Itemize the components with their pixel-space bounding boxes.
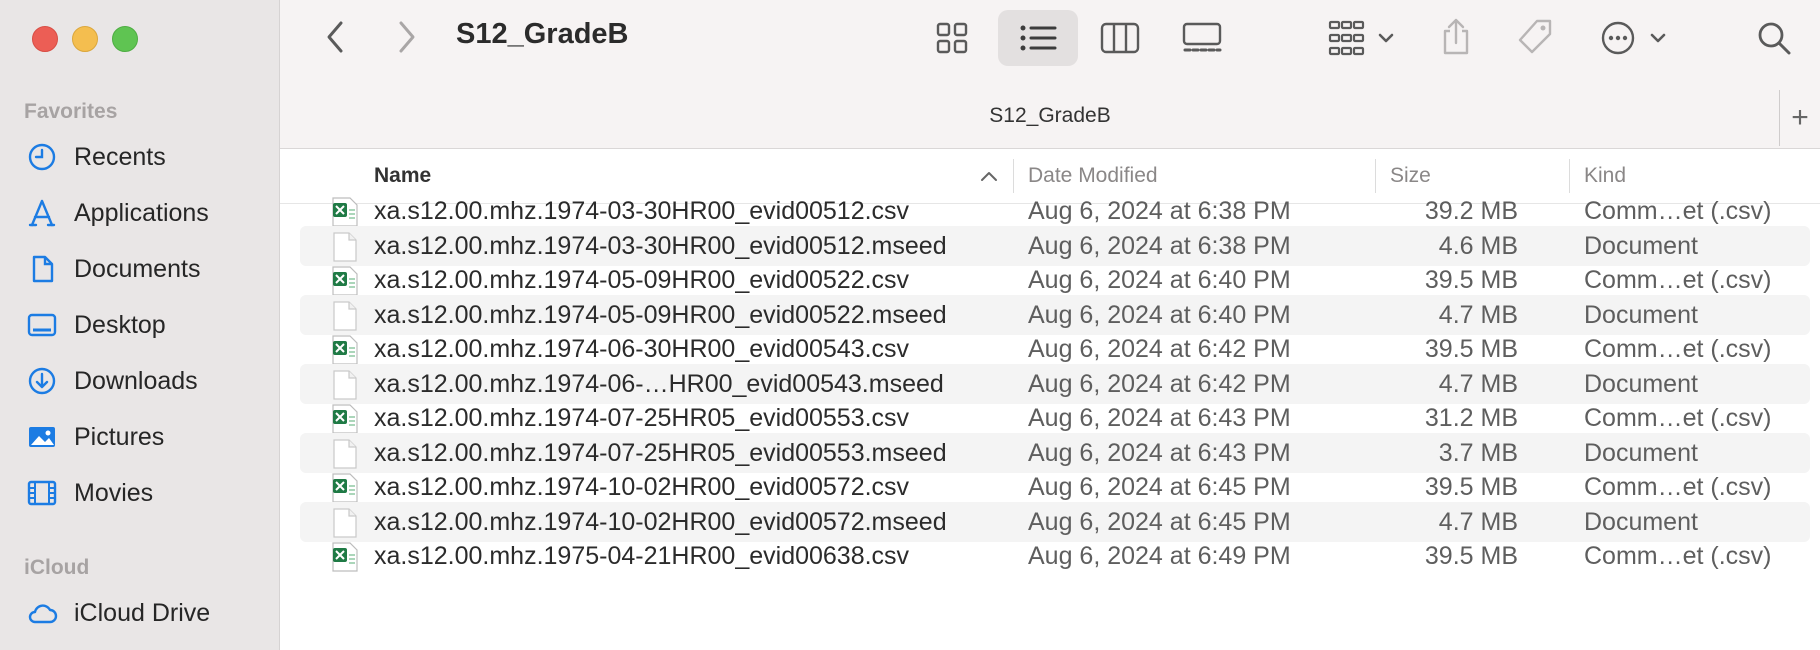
window-title: S12_GradeB — [456, 18, 629, 50]
file-name: xa.s12.00.mhz.1975-04-21HR00_evid00638.c… — [374, 542, 910, 570]
icloud-heading: iCloud — [24, 556, 90, 579]
sidebar-item-label: Movies — [74, 478, 154, 507]
zoom-window-button[interactable] — [112, 26, 138, 52]
sidebar-item-label: Recents — [74, 142, 166, 171]
spreadsheet-file-icon — [332, 542, 358, 572]
desktop-icon — [27, 313, 57, 337]
sidebar-item-label: Documents — [74, 254, 201, 283]
generic-document-icon — [332, 300, 358, 331]
back-button[interactable] — [320, 16, 350, 58]
more-icon — [1601, 21, 1666, 55]
tag-button[interactable] — [1512, 14, 1558, 60]
column-divider[interactable] — [1375, 159, 1376, 193]
sidebar-item-icloud-drive[interactable]: iCloud Drive — [26, 591, 210, 635]
sidebar-item-recents[interactable]: Recents — [26, 135, 166, 179]
group-icon — [1328, 20, 1394, 56]
sidebar-item-label: Applications — [74, 198, 209, 227]
cloud-icon — [28, 604, 58, 624]
list-view-icon — [1020, 25, 1057, 51]
column-divider[interactable] — [1013, 159, 1014, 193]
forward-button[interactable] — [392, 16, 422, 58]
column-view-icon — [1100, 22, 1140, 54]
column-view-button[interactable] — [1098, 18, 1142, 58]
group-button[interactable] — [1324, 16, 1404, 60]
gallery-view-button[interactable] — [1180, 18, 1224, 58]
applications-icon — [28, 199, 56, 227]
search-button[interactable] — [1752, 16, 1796, 60]
favorites-heading: Favorites — [24, 100, 118, 123]
close-window-button[interactable] — [32, 26, 58, 52]
sidebar-item-label: Downloads — [74, 366, 198, 395]
icon-view-icon — [936, 22, 968, 54]
forward-icon — [399, 21, 415, 53]
share-icon — [1443, 18, 1469, 55]
sidebar-item-label: iCloud Drive — [74, 598, 211, 627]
spreadsheet-file-icon — [332, 404, 358, 434]
tag-icon — [1518, 19, 1552, 54]
more-button[interactable] — [1596, 16, 1676, 60]
document-icon — [32, 255, 54, 283]
gallery-view-icon — [1182, 22, 1222, 52]
sidebar-item-desktop[interactable]: Desktop — [26, 303, 166, 347]
sidebar: Favorites Recents Applications Documents… — [0, 0, 280, 650]
generic-document-icon — [332, 231, 358, 262]
film-icon — [27, 480, 57, 506]
sort-ascending-indicator[interactable] — [978, 166, 1000, 186]
file-size: 39.5 MB — [1424, 542, 1518, 570]
chevron-up-icon — [981, 172, 997, 181]
icon-view-button[interactable] — [932, 18, 972, 58]
search-icon — [1758, 22, 1791, 55]
generic-document-icon — [332, 507, 358, 538]
column-divider[interactable] — [1569, 159, 1570, 193]
sidebar-item-movies[interactable]: Movies — [26, 471, 153, 515]
minimize-window-button[interactable] — [72, 26, 98, 52]
path-bar-title: S12_GradeB — [989, 104, 1111, 127]
clock-icon — [28, 143, 56, 171]
back-icon — [327, 21, 343, 53]
generic-document-icon — [332, 369, 358, 400]
generic-document-icon — [332, 438, 358, 469]
sidebar-item-pictures[interactable]: Pictures — [26, 415, 164, 459]
spreadsheet-file-icon — [332, 335, 358, 365]
sidebar-item-label: Pictures — [74, 422, 165, 451]
share-button[interactable] — [1434, 14, 1478, 60]
sidebar-item-documents[interactable]: Documents — [26, 247, 200, 291]
download-icon — [28, 367, 56, 395]
spreadsheet-file-icon — [332, 197, 358, 227]
sidebar-item-applications[interactable]: Applications — [26, 191, 209, 235]
list-view-icon-wrap[interactable] — [1016, 18, 1060, 58]
file-row[interactable]: xa.s12.00.mhz.1975-04-21HR00_evid00638.c… — [300, 536, 1810, 576]
photo-icon — [29, 427, 55, 447]
sidebar-item-label: Desktop — [74, 310, 166, 339]
spreadsheet-file-icon — [332, 473, 358, 503]
file-kind: Comm…et (.csv) — [1584, 542, 1772, 570]
toolbar: S12_GradeB S12_GradeB + — [280, 0, 1820, 149]
add-tab-button[interactable]: + — [1779, 90, 1820, 146]
spreadsheet-file-icon — [332, 266, 358, 296]
sidebar-item-downloads[interactable]: Downloads — [26, 359, 198, 403]
